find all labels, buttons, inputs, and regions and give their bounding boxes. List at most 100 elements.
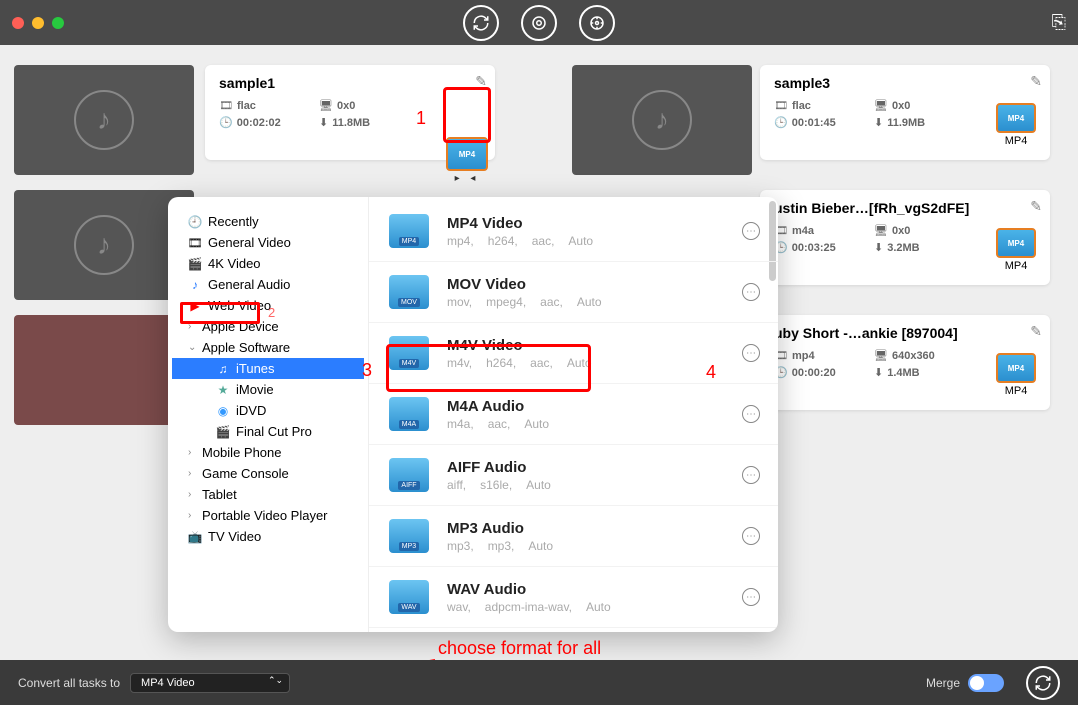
output-format-button[interactable]: MP4 MP4 xyxy=(996,353,1036,397)
chevron-right-icon: › xyxy=(188,489,196,500)
merge-control: Merge xyxy=(926,674,1004,692)
format-row-mov-video[interactable]: MOV MOV Video mov,mpeg4,aac,Auto ⋯ xyxy=(369,262,778,323)
format-picker-popup: 🕘Recently 🎞General Video 🎬4K Video ♪Gene… xyxy=(168,197,778,632)
output-format-button[interactable]: MP4 ▸ ◂ xyxy=(446,137,488,185)
edit-icon[interactable]: ✎ xyxy=(1030,323,1042,340)
maximize-window-button[interactable] xyxy=(52,17,64,29)
resolution-label: 🖥0x0 xyxy=(874,99,964,112)
format-label: 🎞flac xyxy=(774,99,864,112)
format-row-m4a-audio[interactable]: M4A M4A Audio m4a,aac,Auto ⋯ xyxy=(369,384,778,445)
minimize-window-button[interactable] xyxy=(32,17,44,29)
music-icon xyxy=(74,90,134,150)
duration-label: 🕒00:03:25 xyxy=(774,241,864,254)
duration-label: 🕒00:02:02 xyxy=(219,116,309,129)
format-codecs: m4a,aac,Auto xyxy=(447,417,726,431)
thumbnail-sample3[interactable] xyxy=(572,65,752,175)
size-label: ⬇1.4MB xyxy=(874,366,964,379)
format-title: M4V Video xyxy=(447,337,726,354)
sidebar-itunes[interactable]: ♫iTunes xyxy=(172,358,364,379)
format-label: 🎞flac xyxy=(219,99,309,112)
sidebar-apple-software[interactable]: ⌄Apple Software xyxy=(168,337,368,358)
more-options-icon[interactable]: ⋯ xyxy=(742,527,760,545)
imovie-icon: ★ xyxy=(216,383,230,397)
chevron-right-icon: › xyxy=(188,468,196,479)
format-title: MP4 Video xyxy=(447,215,726,232)
size-label: ⬇11.8MB xyxy=(319,116,409,129)
format-codecs: mov,mpeg4,aac,Auto xyxy=(447,295,726,309)
format-codecs: mp4,h264,aac,Auto xyxy=(447,234,726,248)
more-options-icon[interactable]: ⋯ xyxy=(742,588,760,606)
more-options-icon[interactable]: ⋯ xyxy=(742,283,760,301)
sidebar-idvd[interactable]: ◉iDVD xyxy=(168,400,368,421)
sidebar-general-audio[interactable]: ♪General Audio xyxy=(168,274,368,295)
sidebar-tv-video[interactable]: 📺TV Video xyxy=(168,526,368,547)
thumbnail-sample1[interactable] xyxy=(14,65,194,175)
media-tab-icon[interactable] xyxy=(579,5,615,41)
format-icon: M4A xyxy=(387,394,431,434)
chevron-down-icon: ⌄ xyxy=(188,342,196,353)
sidebar-4k-video[interactable]: 🎬4K Video xyxy=(168,253,368,274)
more-options-icon[interactable]: ⋯ xyxy=(742,222,760,240)
sidebar-imovie[interactable]: ★iMovie xyxy=(168,379,368,400)
audio-icon: ♪ xyxy=(188,278,202,292)
format-row-aiff-audio[interactable]: AIFF AIFF Audio aiff,s16le,Auto ⋯ xyxy=(369,445,778,506)
output-format-button[interactable]: MP4 MP4 xyxy=(996,228,1036,272)
sidebar-mobile-phone[interactable]: ›Mobile Phone xyxy=(168,442,368,463)
card-title: ustin Bieber…[fRh_vgS2dFE] xyxy=(774,200,974,216)
format-codecs: aiff,s16le,Auto xyxy=(447,478,726,492)
sidebar-fcp[interactable]: 🎬Final Cut Pro xyxy=(168,421,368,442)
edit-icon[interactable]: ✎ xyxy=(475,73,487,90)
edit-icon[interactable]: ✎ xyxy=(1030,198,1042,215)
4k-icon: 🎬 xyxy=(188,257,202,271)
output-format-button[interactable]: MP4 MP4 xyxy=(996,103,1036,147)
size-label: ⬇11.9MB xyxy=(874,116,964,129)
merge-label: Merge xyxy=(926,676,960,690)
more-options-icon[interactable]: ⋯ xyxy=(742,405,760,423)
resolution-label: 🖥640x360 xyxy=(874,349,964,362)
sidebar-recently[interactable]: 🕘Recently xyxy=(168,211,368,232)
edit-icon[interactable]: ✎ xyxy=(1030,73,1042,90)
convert-tab-icon[interactable] xyxy=(463,5,499,41)
format-title: MOV Video xyxy=(447,276,726,293)
size-label: ⬇3.2MB xyxy=(874,241,964,254)
format-list[interactable]: MP4 MP4 Video mp4,h264,aac,Auto ⋯ MOV MO… xyxy=(368,197,778,632)
duration-label: 🕒00:01:45 xyxy=(774,116,864,129)
download-tab-icon[interactable] xyxy=(521,5,557,41)
library-icon[interactable]: ⎘ xyxy=(1052,12,1066,33)
format-codecs: m4v,h264,aac,Auto xyxy=(447,356,726,370)
format-row-mp4-video[interactable]: MP4 MP4 Video mp4,h264,aac,Auto ⋯ xyxy=(369,201,778,262)
format-icon: AIFF xyxy=(387,455,431,495)
format-title: M4A Audio xyxy=(447,398,726,415)
format-icon: MOV xyxy=(387,272,431,312)
more-options-icon[interactable]: ⋯ xyxy=(742,344,760,362)
sidebar-tablet[interactable]: ›Tablet xyxy=(168,484,368,505)
resolution-label: 🖥0x0 xyxy=(319,99,409,112)
annotation-number-4: 4 xyxy=(706,362,716,383)
format-row-mp3-audio[interactable]: MP3 MP3 Audio mp3,mp3,Auto ⋯ xyxy=(369,506,778,567)
file-card-bieber: ustin Bieber…[fRh_vgS2dFE] 🎞m4a 🖥0x0 🕒00… xyxy=(760,190,1050,285)
format-icon: M4V xyxy=(387,333,431,373)
sidebar-portable-video-player[interactable]: ›Portable Video Player xyxy=(168,505,368,526)
mp4-badge-icon: MP4 xyxy=(996,228,1036,258)
format-row-wav-audio[interactable]: WAV WAV Audio wav,adpcm-ima-wav,Auto ⋯ xyxy=(369,567,778,628)
format-category-sidebar: 🕘Recently 🎞General Video 🎬4K Video ♪Gene… xyxy=(168,197,368,632)
format-title: AIFF Audio xyxy=(447,459,726,476)
sidebar-general-video[interactable]: 🎞General Video xyxy=(168,232,368,253)
start-convert-button[interactable] xyxy=(1026,666,1060,700)
resolution-label: 🖥0x0 xyxy=(874,224,964,237)
annotation-text: choose format for all xyxy=(438,638,601,659)
thumbnail-sample5[interactable] xyxy=(14,315,194,425)
convert-all-format-select[interactable]: MP4 Video xyxy=(130,673,290,693)
titlebar: ⎘ xyxy=(0,0,1078,45)
format-row-m4v-video[interactable]: M4V M4V Video m4v,h264,aac,Auto ⋯ xyxy=(369,323,778,384)
chevron-right-icon: › xyxy=(188,321,196,332)
file-card-ruby: uby Short -…ankie [897004] 🎞mp4 🖥640x360… xyxy=(760,315,1050,410)
more-options-icon[interactable]: ⋯ xyxy=(742,466,760,484)
merge-toggle[interactable] xyxy=(968,674,1004,692)
thumbnail-sample2[interactable] xyxy=(14,190,194,300)
annotation-number-3: 3 xyxy=(362,360,372,381)
sidebar-game-console[interactable]: ›Game Console xyxy=(168,463,368,484)
mp4-badge-icon: MP4 xyxy=(996,353,1036,383)
youtube-icon: ▶ xyxy=(188,299,202,313)
close-window-button[interactable] xyxy=(12,17,24,29)
